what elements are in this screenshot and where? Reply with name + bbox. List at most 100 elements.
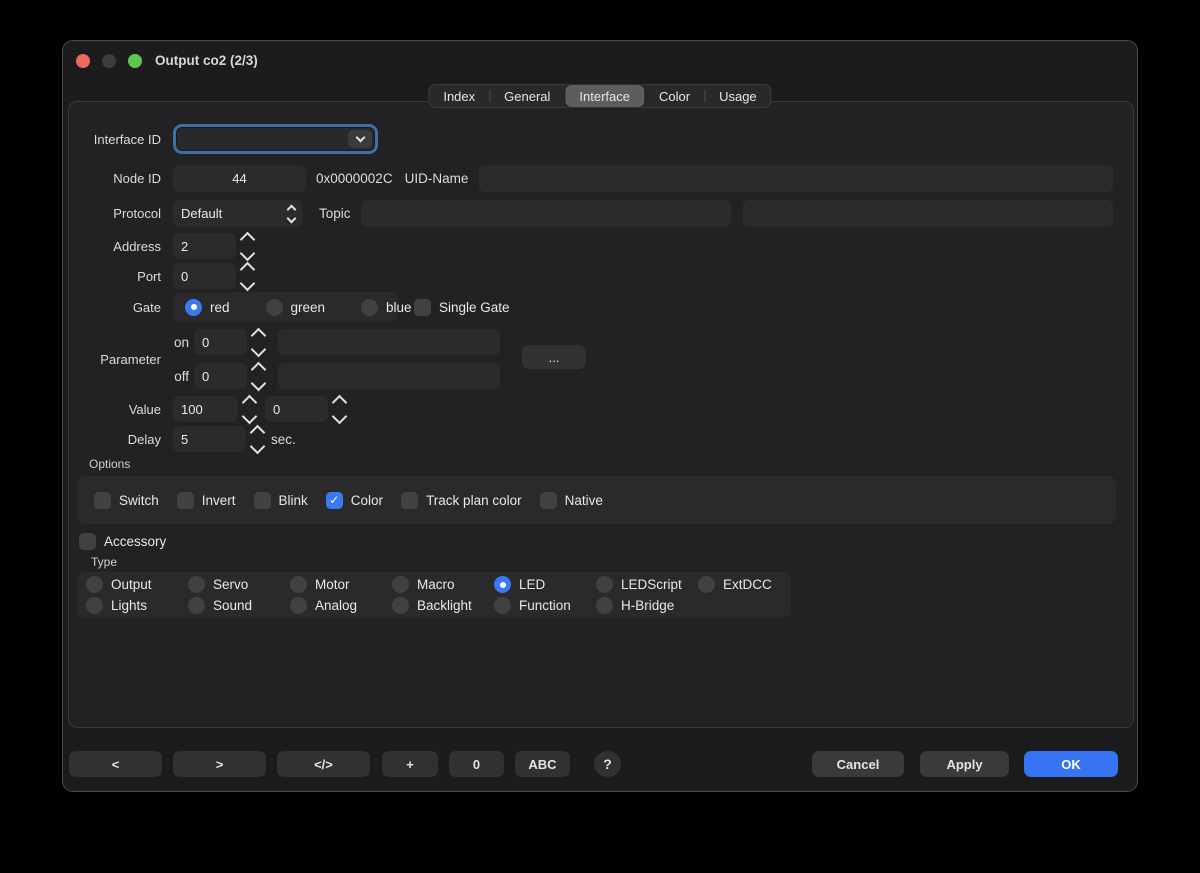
option-label: Color [351, 493, 383, 508]
cancel-button[interactable]: Cancel [812, 751, 904, 777]
address-field[interactable]: 2 [173, 233, 236, 259]
option-switch[interactable]: ✓Switch [94, 492, 159, 509]
type-option-ledscript[interactable]: LEDScript [596, 576, 698, 593]
tab-interface[interactable]: Interface [565, 85, 644, 107]
option-invert[interactable]: ✓Invert [177, 492, 236, 509]
port-stepper[interactable] [242, 264, 253, 289]
type-option-analog[interactable]: Analog [290, 597, 392, 614]
zoom-button[interactable] [128, 54, 142, 68]
gate-option-green[interactable]: green [266, 299, 326, 316]
radio-icon[interactable] [361, 299, 378, 316]
tab-index[interactable]: Index [429, 85, 489, 107]
radio-icon[interactable] [494, 597, 511, 614]
port-field[interactable]: 0 [173, 263, 236, 289]
type-option-function[interactable]: Function [494, 597, 596, 614]
option-track-plan-color[interactable]: ✓Track plan color [401, 492, 522, 509]
parameter-off-field[interactable]: 0 [194, 363, 247, 389]
value-field-2[interactable]: 0 [265, 396, 328, 422]
delay-unit: sec. [271, 432, 296, 447]
type-panel: Output Servo Motor Macro LED LEDScript E… [77, 572, 791, 618]
type-option-sound[interactable]: Sound [188, 597, 290, 614]
interface-tab-panel: Interface ID Node ID 44 0x0000002C UID-N… [68, 101, 1134, 728]
node-id-field[interactable]: 44 [173, 165, 306, 192]
address-stepper[interactable] [242, 234, 253, 259]
delay-field[interactable]: 5 [173, 426, 246, 452]
parameter-off-text-field[interactable] [278, 363, 500, 389]
radio-icon[interactable] [185, 299, 202, 316]
parameter-off-stepper[interactable] [253, 364, 264, 389]
type-option-label: Macro [417, 577, 455, 592]
type-option-servo[interactable]: Servo [188, 576, 290, 593]
next-button[interactable]: > [173, 751, 266, 777]
gate-option-red[interactable]: red [185, 299, 230, 316]
radio-icon[interactable] [188, 597, 205, 614]
radio-icon[interactable] [392, 576, 409, 593]
window-title: Output co2 (2/3) [155, 53, 258, 68]
type-option-output[interactable]: Output [86, 576, 188, 593]
close-button[interactable] [76, 54, 90, 68]
type-option-motor[interactable]: Motor [290, 576, 392, 593]
parameter-on-field[interactable]: 0 [194, 329, 247, 355]
accessory-checkbox[interactable]: ✓ Accessory [79, 533, 166, 550]
radio-icon[interactable] [86, 576, 103, 593]
abc-button[interactable]: ABC [515, 751, 570, 777]
ok-button[interactable]: OK [1024, 751, 1118, 777]
option-native[interactable]: ✓Native [540, 492, 603, 509]
parameter-on-stepper[interactable] [253, 330, 264, 355]
add-button[interactable]: + [382, 751, 438, 777]
tab-usage[interactable]: Usage [705, 85, 771, 107]
minimize-button[interactable] [102, 54, 116, 68]
type-option-lights[interactable]: Lights [86, 597, 188, 614]
interface-id-combobox[interactable] [173, 124, 378, 154]
checkbox-icon[interactable]: ✓ [79, 533, 96, 550]
apply-button[interactable]: Apply [920, 751, 1009, 777]
code-button[interactable]: </> [277, 751, 370, 777]
radio-icon[interactable] [188, 576, 205, 593]
value-field-1[interactable]: 100 [173, 396, 238, 422]
code-button-label: </> [314, 757, 333, 772]
option-color[interactable]: ✓ Color [326, 492, 383, 509]
radio-icon[interactable] [698, 576, 715, 593]
radio-icon[interactable] [290, 597, 307, 614]
type-option-hbridge[interactable]: H-Bridge [596, 597, 698, 614]
topic-field[interactable] [361, 200, 731, 227]
parameter-on-text-field[interactable] [278, 329, 500, 355]
chevron-down-icon[interactable] [348, 130, 372, 148]
zero-button[interactable]: 0 [449, 751, 504, 777]
option-blink[interactable]: ✓Blink [254, 492, 308, 509]
radio-icon[interactable] [392, 597, 409, 614]
help-button[interactable]: ? [594, 751, 621, 777]
uid-name-field[interactable] [479, 165, 1113, 192]
radio-icon[interactable] [86, 597, 103, 614]
checkbox-icon[interactable]: ✓ [540, 492, 557, 509]
checkbox-icon[interactable]: ✓ [177, 492, 194, 509]
protocol-label: Protocol [69, 206, 161, 221]
checkbox-icon[interactable]: ✓ [414, 299, 431, 316]
single-gate-label: Single Gate [439, 300, 510, 315]
radio-icon[interactable] [596, 597, 613, 614]
value-stepper-1[interactable] [244, 397, 255, 422]
radio-icon[interactable] [266, 299, 283, 316]
delay-stepper[interactable] [252, 427, 263, 452]
checkbox-icon[interactable]: ✓ [94, 492, 111, 509]
radio-icon[interactable] [494, 576, 511, 593]
checkbox-icon[interactable]: ✓ [254, 492, 271, 509]
type-option-macro[interactable]: Macro [392, 576, 494, 593]
value-stepper-2[interactable] [334, 397, 345, 422]
radio-icon[interactable] [290, 576, 307, 593]
tab-color[interactable]: Color [645, 85, 704, 107]
protocol-popup[interactable]: Default [173, 200, 303, 227]
checkbox-icon[interactable]: ✓ [401, 492, 418, 509]
tab-general[interactable]: General [490, 85, 564, 107]
checkbox-icon[interactable]: ✓ [326, 492, 343, 509]
single-gate-checkbox[interactable]: ✓ Single Gate [414, 299, 510, 316]
type-option-extdcc[interactable]: ExtDCC [698, 576, 800, 593]
gate-option-blue[interactable]: blue [361, 299, 412, 316]
gate-option-label: blue [386, 300, 412, 315]
radio-icon[interactable] [596, 576, 613, 593]
type-option-led[interactable]: LED [494, 576, 596, 593]
next-button-label: > [216, 757, 224, 772]
type-option-backlight[interactable]: Backlight [392, 597, 494, 614]
topic-extra-field[interactable] [743, 200, 1113, 227]
prev-button[interactable]: < [69, 751, 162, 777]
